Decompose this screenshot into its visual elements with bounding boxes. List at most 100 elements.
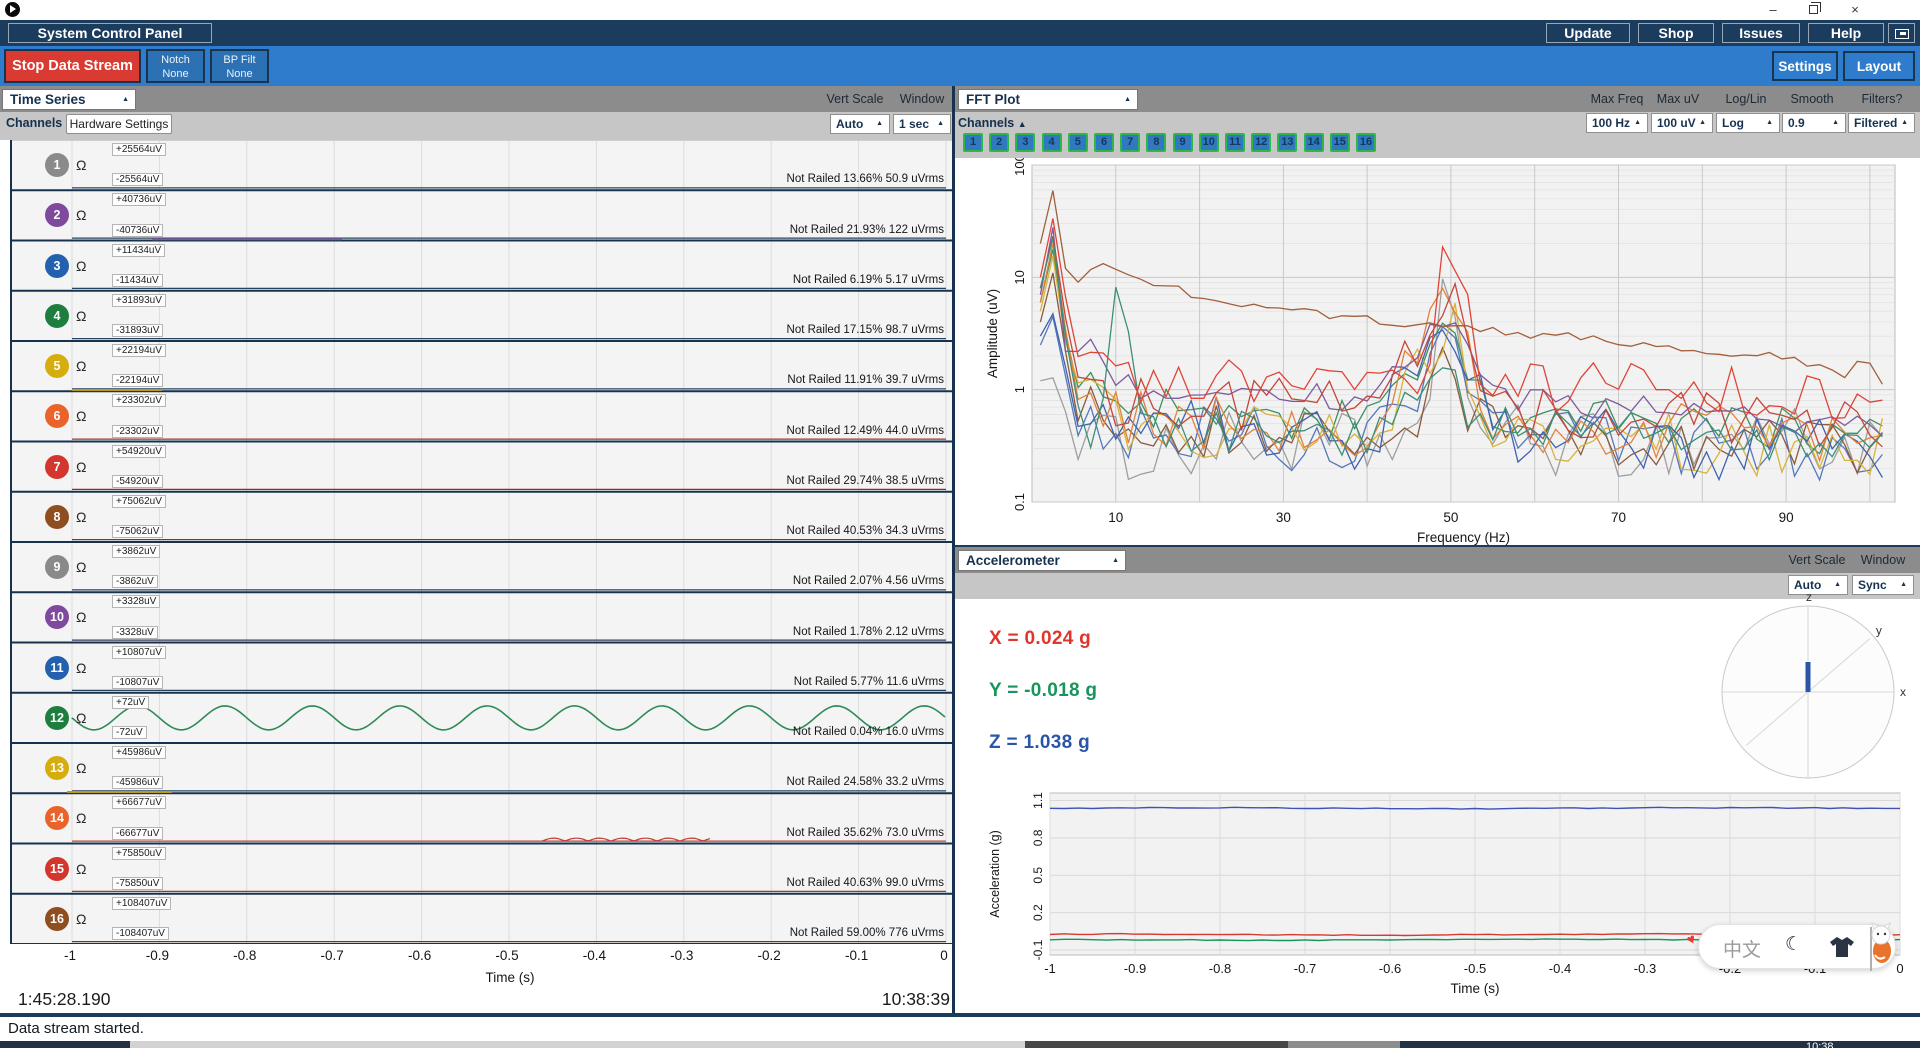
stop-data-stream-button[interactable]: Stop Data Stream: [4, 49, 141, 83]
impedance-button-2[interactable]: Ω: [76, 207, 86, 223]
impedance-button-1[interactable]: Ω: [76, 157, 86, 173]
taskbar[interactable]: 10:38: [0, 1041, 1920, 1048]
svg-text:Acceleration (g): Acceleration (g): [988, 830, 1002, 918]
channels-dropdown-button[interactable]: Channels ▼: [6, 116, 75, 130]
fft-channels-button[interactable]: Channels ▲: [958, 116, 1027, 130]
fft-channel-button-12[interactable]: 12: [1251, 133, 1272, 152]
svg-text:-0.6: -0.6: [1379, 961, 1401, 976]
bandpass-filter-button[interactable]: BP Filt None: [210, 49, 269, 83]
shop-button[interactable]: Shop: [1638, 23, 1714, 43]
channel-12-vmin: -72uV: [112, 726, 147, 739]
impedance-button-8[interactable]: Ω: [76, 509, 86, 525]
hardware-settings-button[interactable]: Hardware Settings: [66, 114, 172, 134]
ime-popup[interactable]: ♥ 中文 ☾: [1684, 922, 1896, 971]
fft-channel-button-1[interactable]: 1: [963, 133, 983, 152]
impedance-button-6[interactable]: Ω: [76, 408, 86, 424]
update-button[interactable]: Update: [1546, 23, 1630, 43]
max-uv-select[interactable]: 100 uV ▲: [1651, 113, 1713, 133]
fft-channel-button-13[interactable]: 13: [1277, 133, 1298, 152]
window-select[interactable]: 1 sec ▲: [893, 114, 951, 134]
channel-15-status: Not Railed 40.63% 99.0 uVrms: [786, 876, 944, 889]
smooth-select[interactable]: 0.9 ▲: [1782, 113, 1846, 133]
impedance-button-5[interactable]: Ω: [76, 358, 86, 374]
channel-16-vmax: +108407uV: [112, 896, 172, 910]
fft-channel-button-14[interactable]: 14: [1303, 133, 1324, 152]
fft-channel-button-5[interactable]: 5: [1067, 133, 1088, 152]
channel-toggle-4[interactable]: 4: [45, 303, 69, 328]
fft-channel-button-7[interactable]: 7: [1120, 133, 1141, 152]
channel-11-status: Not Railed 5.77% 11.6 uVrms: [793, 675, 944, 688]
fft-channel-button-16[interactable]: 16: [1356, 133, 1376, 152]
impedance-button-11[interactable]: Ω: [76, 660, 86, 676]
channel-toggle-12[interactable]: 12: [45, 705, 69, 730]
channel-toggle-13[interactable]: 13: [45, 756, 69, 781]
help-button[interactable]: Help: [1808, 23, 1884, 43]
system-control-panel-button[interactable]: System Control Panel: [8, 23, 212, 43]
top-strip: – ×: [0, 0, 1920, 20]
fft-channel-button-15[interactable]: 15: [1329, 133, 1350, 152]
restore-icon: [1809, 2, 1821, 14]
layout-button[interactable]: Layout: [1843, 51, 1915, 81]
notch-filter-button[interactable]: Notch None: [146, 49, 205, 83]
fft-channel-button-3[interactable]: 3: [1015, 133, 1036, 152]
svg-text:1: 1: [1012, 386, 1027, 393]
console-button[interactable]: [1888, 23, 1915, 43]
channel-toggle-9[interactable]: 9: [45, 555, 69, 580]
channel-toggle-7[interactable]: 7: [45, 454, 69, 479]
moon-icon[interactable]: ☾: [1785, 933, 1802, 956]
accel-z-value: Z = 1.038 g: [989, 732, 1090, 753]
time-series-title-dropdown[interactable]: Time Series ▲: [2, 89, 136, 110]
channel-toggle-1[interactable]: 1: [45, 153, 69, 178]
impedance-button-15[interactable]: Ω: [76, 861, 86, 877]
channel-toggle-8[interactable]: 8: [45, 504, 69, 529]
ts-x-tick: -0.6: [407, 948, 432, 963]
impedance-button-16[interactable]: Ω: [76, 911, 86, 927]
shirt-icon[interactable]: [1829, 936, 1855, 958]
channel-15-vmax: +75850uV: [112, 846, 166, 860]
filters-select[interactable]: Filtered ▲: [1848, 113, 1915, 133]
settings-button[interactable]: Settings: [1772, 51, 1838, 81]
accel-vert-scale-label: Vert Scale: [1788, 553, 1846, 567]
channel-9-vmax: +3862uV: [112, 545, 161, 558]
fft-channel-button-10[interactable]: 10: [1198, 133, 1219, 152]
channel-toggle-3[interactable]: 3: [45, 253, 69, 278]
fft-channel-button-8[interactable]: 8: [1146, 133, 1167, 152]
cat-mascot-icon[interactable]: [1861, 921, 1897, 973]
fft-title-dropdown[interactable]: FFT Plot ▲: [958, 89, 1138, 110]
channel-15-vmin: -75850uV: [112, 876, 164, 890]
channel-2-vmax: +40736uV: [112, 193, 166, 207]
time-series-plot[interactable]: 1 Ω +25564uV -25564uV Not Railed 13.66% 50.9…: [10, 140, 952, 944]
impedance-button-4[interactable]: Ω: [76, 308, 86, 324]
fft-channel-button-4[interactable]: 4: [1041, 133, 1062, 152]
svg-text:90: 90: [1779, 510, 1794, 525]
fft-channel-button-9[interactable]: 9: [1172, 133, 1193, 152]
channel-toggle-15[interactable]: 15: [45, 856, 69, 881]
impedance-button-3[interactable]: Ω: [76, 258, 86, 274]
channel-toggle-11[interactable]: 11: [45, 655, 69, 680]
accelerometer-title-dropdown[interactable]: Accelerometer ▲: [958, 550, 1126, 571]
max-freq-select[interactable]: 100 Hz ▲: [1586, 113, 1648, 133]
minimize-button[interactable]: –: [1756, 0, 1790, 20]
fft-plot[interactable]: 100 10 1 0.1 Amplitude (uV) 10 30 50 70 90 Frequen…: [955, 158, 1920, 545]
impedance-button-14[interactable]: Ω: [76, 810, 86, 826]
restore-button[interactable]: [1796, 0, 1830, 20]
accel-plot[interactable]: 1.1 0.8 0.5 0.2 -0.1-1 -0.9 -0.8 -0.7 -0.6 -0.5 -0…: [955, 770, 1920, 1013]
channel-toggle-5[interactable]: 5: [45, 354, 69, 379]
impedance-button-13[interactable]: Ω: [76, 760, 86, 776]
impedance-button-10[interactable]: Ω: [76, 609, 86, 625]
fft-channel-button-6[interactable]: 6: [1094, 133, 1114, 152]
ime-language-button[interactable]: 中文: [1723, 935, 1761, 962]
issues-button[interactable]: Issues: [1722, 23, 1800, 43]
channel-toggle-16[interactable]: 16: [45, 906, 69, 931]
record-play-icon[interactable]: [5, 2, 20, 17]
close-button[interactable]: ×: [1838, 0, 1872, 20]
fft-channel-button-2[interactable]: 2: [989, 133, 1010, 152]
channel-4-status: Not Railed 17.15% 98.7 uVrms: [786, 324, 944, 336]
log-lin-select[interactable]: Log ▲: [1716, 113, 1780, 133]
impedance-button-9[interactable]: Ω: [76, 559, 86, 575]
ts-x-tick: -1: [63, 948, 76, 963]
vert-scale-select[interactable]: Auto ▲: [830, 114, 890, 134]
impedance-button-7[interactable]: Ω: [76, 459, 86, 475]
impedance-button-12[interactable]: Ω: [76, 710, 86, 726]
fft-channel-button-11[interactable]: 11: [1225, 133, 1245, 152]
